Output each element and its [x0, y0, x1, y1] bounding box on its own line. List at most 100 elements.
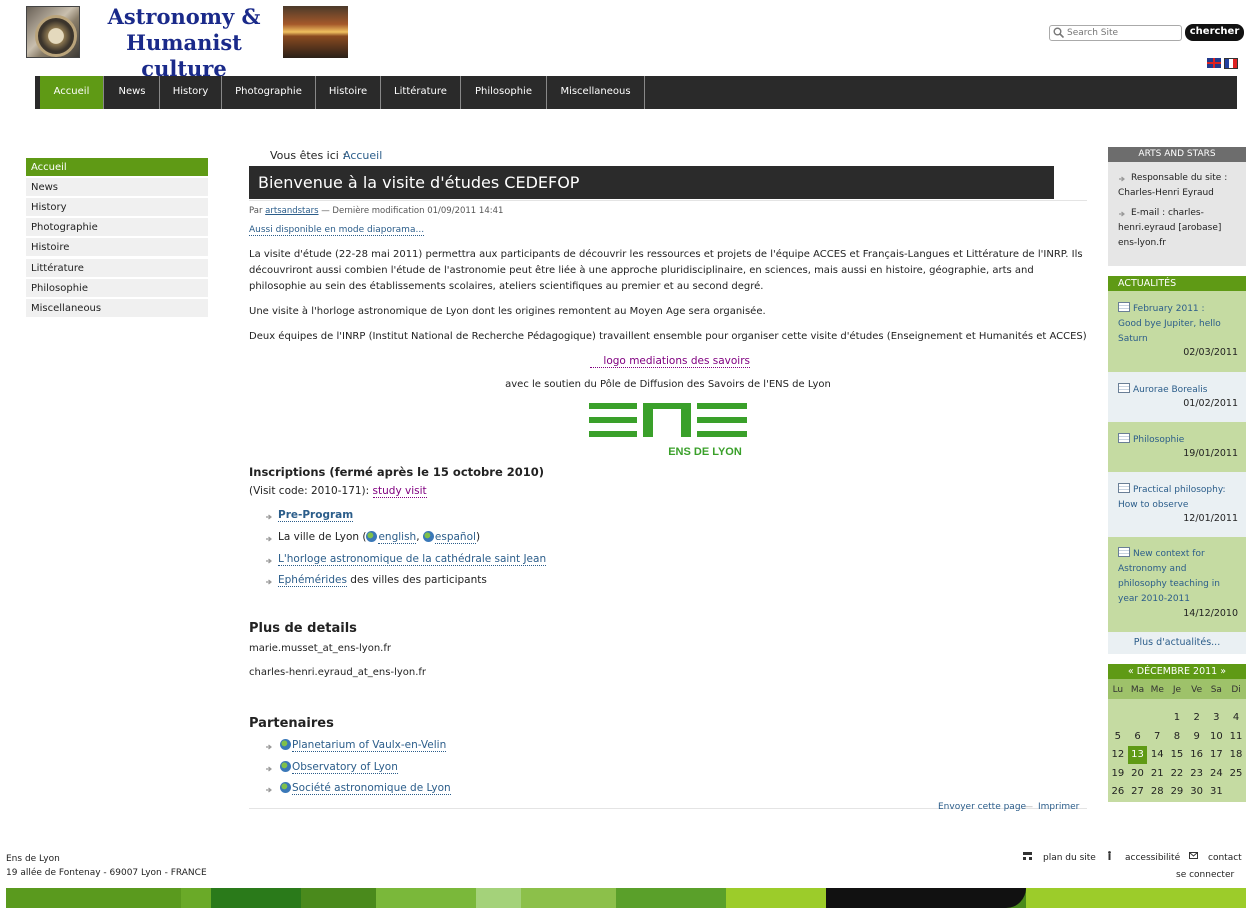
tab-philosophie[interactable]: Philosophie	[461, 76, 547, 109]
sidebar-item-photographie[interactable]: Photographie	[26, 218, 208, 237]
news-title[interactable]: Philosophie	[1118, 433, 1242, 448]
calendar-day-cell[interactable]: 4	[1226, 709, 1246, 727]
email-line2: henri.eyraud [arobase]	[1118, 223, 1222, 233]
calendar-day-cell[interactable]: 11	[1226, 728, 1246, 746]
calendar-day-cell[interactable]: 6	[1128, 728, 1148, 746]
tab-news[interactable]: News	[105, 76, 160, 109]
author-link[interactable]: artsandstars	[265, 206, 318, 216]
breadcrumb-link-accueil[interactable]: Accueil	[343, 149, 382, 162]
calendar-day-cell[interactable]: 23	[1187, 765, 1207, 783]
calendar-day-cell[interactable]: 22	[1167, 765, 1187, 783]
horloge-link[interactable]: L'horloge astronomique de la cathédrale …	[278, 553, 547, 566]
calendar-today-cell[interactable]: 13	[1127, 746, 1148, 765]
slideshow-link[interactable]: Aussi disponible en mode diaporama...	[249, 225, 425, 236]
calendar-day-cell[interactable]: 8	[1167, 728, 1187, 746]
ens-lyon-logo[interactable]: ENS DE LYON	[589, 403, 747, 459]
calendar-day-cell[interactable]: 14	[1147, 746, 1167, 764]
news-title[interactable]: Practical philosophy: How to observe	[1118, 483, 1242, 513]
globe-icon	[280, 761, 291, 772]
partner-societe-link[interactable]: Société astronomique de Lyon	[292, 782, 451, 795]
arrow-bullet-icon	[266, 787, 272, 793]
calendar-day-cell[interactable]: 1	[1167, 709, 1187, 727]
french-flag-icon[interactable]	[1224, 58, 1238, 69]
accessibility-link[interactable]: accessibilité	[1125, 853, 1180, 863]
calendar-day-cell[interactable]: 16	[1187, 746, 1207, 764]
calendar-day-cell[interactable]: 24	[1207, 765, 1227, 783]
uk-flag-icon[interactable]	[1207, 58, 1221, 68]
lyon-espanol-link[interactable]: español	[434, 531, 476, 544]
document-icon	[1118, 302, 1130, 312]
lyon-english-link[interactable]: english	[378, 531, 417, 544]
partner-observatory-link[interactable]: Observatory of Lyon	[292, 761, 398, 774]
news-title[interactable]: New context for Astronomy and philosophy t…	[1118, 547, 1242, 607]
calendar-day-cell[interactable]: 15	[1167, 746, 1187, 764]
calendar-day-cell[interactable]: 26	[1108, 783, 1128, 801]
logo-mediations-link[interactable]: logo mediations des savoirs	[590, 355, 750, 368]
news-item[interactable]: Practical philosophy: How to observe 12/0…	[1108, 472, 1246, 537]
sidebar-item-philosophie[interactable]: Philosophie	[26, 279, 208, 298]
sidebar-item-history[interactable]: History	[26, 198, 208, 217]
preprogram-link[interactable]: Pre-Program	[278, 509, 354, 522]
print-link[interactable]: Imprimer	[1038, 802, 1079, 812]
calendar-day-cell[interactable]: 5	[1108, 728, 1128, 746]
sidebar-item-accueil[interactable]: Accueil	[26, 158, 208, 177]
mail-icon	[1189, 852, 1198, 859]
document-icon	[1118, 433, 1130, 443]
partner-planetarium-link[interactable]: Planetarium of Vaulx-en-Velin	[292, 739, 447, 752]
news-item[interactable]: New context for Astronomy and philosophy t…	[1108, 537, 1246, 632]
news-title[interactable]: February 2011 : Good bye Jupiter, hello Sa…	[1118, 302, 1242, 347]
sitemap-link[interactable]: plan du site	[1043, 853, 1096, 863]
accessibility-icon	[1108, 851, 1111, 860]
calendar-day-cell[interactable]: 28	[1147, 783, 1167, 801]
tab-accueil[interactable]: Accueil	[40, 76, 104, 109]
footer-color-bar	[6, 888, 1246, 908]
contact-link[interactable]: contact	[1208, 853, 1242, 863]
news-item[interactable]: Philosophie 19/01/2011	[1108, 422, 1246, 472]
calendar-day-cell[interactable]: 7	[1147, 728, 1167, 746]
calendar-day-cell[interactable]: 30	[1187, 783, 1207, 801]
news-date: 12/01/2011	[1183, 513, 1238, 524]
calendar-day-name: Je	[1172, 685, 1182, 695]
tab-history[interactable]: History	[160, 76, 222, 109]
calendar-day-name: Lu	[1112, 685, 1124, 695]
site-title[interactable]: Astronomy & Humanist culture	[86, 4, 282, 82]
clock-logo-image[interactable]	[26, 6, 80, 58]
calendar-day-cell[interactable]: 2	[1187, 709, 1207, 727]
tab-histoire[interactable]: Histoire	[316, 76, 381, 109]
calendar-day-cell[interactable]: 3	[1207, 709, 1227, 727]
calendar-day-cell[interactable]: 10	[1207, 728, 1227, 746]
calendar-day-cell[interactable]: 17	[1207, 746, 1227, 764]
tab-litterature[interactable]: Littérature	[381, 76, 461, 109]
calendar-day-cell[interactable]: 12	[1108, 746, 1128, 764]
sidebar-item-miscellaneous[interactable]: Miscellaneous	[26, 299, 208, 318]
calendar-day-cell[interactable]: 27	[1128, 783, 1148, 801]
news-title[interactable]: Aurorae Borealis	[1118, 383, 1242, 398]
tab-miscellaneous[interactable]: Miscellaneous	[547, 76, 645, 109]
login-link[interactable]: se connecter	[1176, 870, 1234, 880]
calendar-day-cell[interactable]: 25	[1226, 765, 1246, 783]
calendar-day-cell[interactable]: 31	[1207, 783, 1227, 801]
sidebar-item-news[interactable]: News	[26, 178, 208, 197]
study-visit-link[interactable]: study visit	[372, 485, 427, 498]
calendar-day-cell[interactable]: 21	[1147, 765, 1167, 783]
sidebar-item-histoire[interactable]: Histoire	[26, 238, 208, 257]
sunset-logo-image[interactable]	[283, 6, 348, 58]
calendar-day-cell[interactable]: 18	[1226, 746, 1246, 764]
tab-photographie[interactable]: Photographie	[222, 76, 316, 109]
sidebar-item-litterature[interactable]: Littérature	[26, 259, 208, 278]
calendar-day-cell[interactable]: 29	[1167, 783, 1187, 801]
news-item[interactable]: Aurorae Borealis 01/02/2011	[1108, 372, 1246, 422]
search-input[interactable]	[1067, 26, 1179, 40]
email-eyraud: charles-henri.eyraud_at_ens-lyon.fr	[249, 667, 427, 678]
calendar-day-cell[interactable]: 20	[1128, 765, 1148, 783]
news-item[interactable]: February 2011 : Good bye Jupiter, hello Sa…	[1108, 291, 1246, 372]
more-news-link[interactable]: Plus d'actualités...	[1108, 632, 1246, 654]
calendar-day-cell[interactable]: 9	[1187, 728, 1207, 746]
ephemerides-link[interactable]: Ephémérides	[278, 574, 347, 587]
search-icon	[1053, 27, 1064, 38]
calendar-day-cell[interactable]: 19	[1108, 765, 1128, 783]
send-page-link[interactable]: Envoyer cette page	[938, 802, 1026, 812]
calendar-day-name: Ma	[1130, 685, 1145, 695]
calendar-month-header[interactable]: « DÉCEMBRE 2011 »	[1108, 664, 1246, 679]
search-button[interactable]: chercher	[1185, 24, 1244, 41]
